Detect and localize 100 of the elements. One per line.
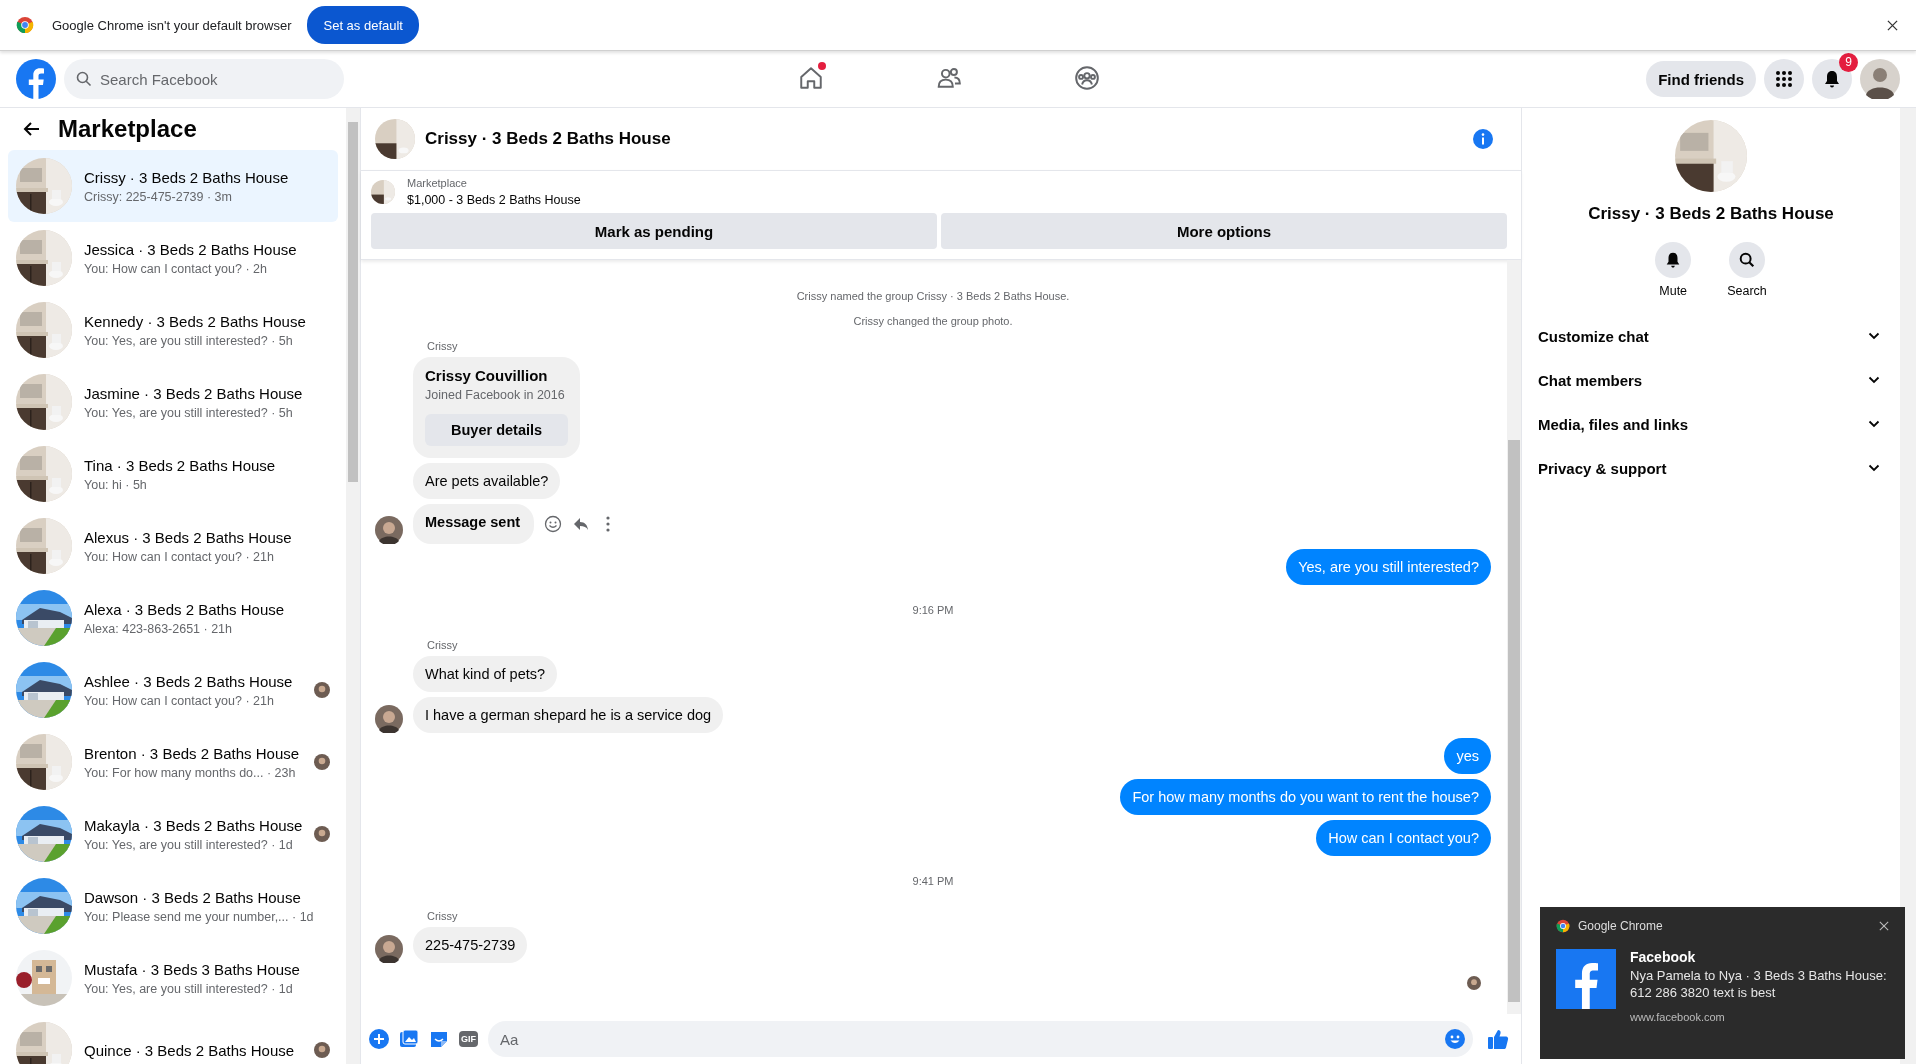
message-field[interactable]: Aa	[488, 1021, 1473, 1057]
listing-action-button[interactable]: Mark as pending	[371, 213, 937, 249]
details-section[interactable]: Customize chat	[1538, 314, 1884, 358]
conversation-item[interactable]: Jasmine · 3 Beds 2 Baths House You: Yes, are you still interested? · 5h	[8, 366, 338, 438]
menu-button[interactable]	[1764, 59, 1804, 99]
smiley-icon[interactable]	[544, 515, 563, 533]
outgoing-message: How can I contact you?	[1316, 820, 1491, 856]
details-section[interactable]: Privacy & support	[1538, 446, 1884, 490]
gif-button[interactable]: GIF	[459, 1031, 478, 1047]
conversation-title: Ashlee · 3 Beds 2 Baths House	[84, 672, 294, 690]
conversation-title: Alexa · 3 Beds 2 Baths House	[84, 600, 286, 618]
details-section[interactable]: Chat members	[1538, 358, 1884, 402]
conversation-preview: You: How can I contact you? · 2h	[84, 261, 268, 276]
conversation-item[interactable]: Tina · 3 Beds 2 Baths House You: hi · 5h	[8, 438, 338, 510]
toast-title: Facebook	[1630, 949, 1697, 965]
chat-title: Crissy · 3 Beds 2 Baths House	[425, 129, 671, 149]
timestamp: 9:16 PM	[912, 604, 954, 616]
conversation-title: Alexus · 3 Beds 2 Baths House	[84, 528, 293, 546]
facebook-logo-icon[interactable]	[16, 59, 56, 99]
conversation-title: Jessica · 3 Beds 2 Baths House	[84, 240, 298, 258]
plus-icon[interactable]	[369, 1029, 389, 1049]
system-message: Crissy changed the group photo.	[853, 315, 1013, 327]
conversation-preview: Alexa: 423-863-2651 · 21h	[84, 621, 234, 636]
scrollbar[interactable]	[1900, 108, 1916, 1064]
conversation-item[interactable]: Ashlee · 3 Beds 2 Baths House You: How can I contact you? · 21h	[8, 654, 338, 726]
marketplace-heading: Marketplace	[58, 115, 197, 143]
conversation-item[interactable]: Mustafa · 3 Beds 3 Baths House You: Yes, are you still interested? · 1d	[8, 942, 338, 1014]
listing-title[interactable]: $1,000 - 3 Beds 2 Baths House	[407, 193, 581, 207]
conversation-preview: You: Yes, are you still interested? · 1d	[84, 981, 294, 996]
incoming-message: I have a german shepard he is a service dog	[413, 697, 724, 733]
listing-action-button[interactable]: More options	[941, 213, 1507, 249]
details-section[interactable]: Media, files and links	[1538, 402, 1884, 446]
conversation-item[interactable]: Kennedy · 3 Beds 2 Baths House You: Yes, are you still interested? · 5h	[8, 294, 338, 366]
action-label: Mute	[1659, 284, 1688, 298]
facebook-logo-icon	[1556, 949, 1616, 1009]
conversation-title: Tina · 3 Beds 2 Baths House	[84, 456, 277, 474]
conversation-preview: Crissy: 225-475-2739 · 3m	[84, 189, 233, 204]
notification-count-badge: 9	[1839, 53, 1858, 72]
card-detail: Joined Facebook in 2016	[425, 388, 566, 402]
group-icon	[1074, 64, 1100, 91]
conversation-name: Crissy · 3 Beds 2 Baths House	[1588, 204, 1834, 224]
conversation-title: Jasmine · 3 Beds 2 Baths House	[84, 384, 304, 402]
conversation-preview: You: For how many months do... · 23h	[84, 765, 297, 780]
conversation-title: Kennedy · 3 Beds 2 Baths House	[84, 312, 307, 330]
conversation-item[interactable]: Crissy · 3 Beds 2 Baths House Crissy: 225-475-2739 · 3m	[8, 150, 338, 222]
scrollbar[interactable]	[1507, 260, 1521, 1014]
round-action-button[interactable]	[1655, 242, 1692, 278]
conversation-item[interactable]: Jessica · 3 Beds 2 Baths House You: How can I contact you? · 2h	[8, 222, 338, 294]
sender-name: Crissy	[427, 910, 458, 922]
buyer-details-button[interactable]: Buyer details	[425, 414, 569, 446]
outgoing-message: yes	[1444, 738, 1491, 774]
round-action-button[interactable]	[1729, 242, 1765, 278]
grid-icon	[1774, 69, 1794, 89]
conversation-item[interactable]: Makayla · 3 Beds 2 Baths House You: Yes, are you still interested? · 1d	[8, 798, 338, 870]
timestamp: 9:41 PM	[912, 875, 954, 887]
conversation-title: Crissy · 3 Beds 2 Baths House	[84, 168, 290, 186]
outgoing-message: For how many months do you want to rent the house?	[1120, 779, 1491, 815]
set-default-button[interactable]: Set as default	[307, 6, 419, 44]
find-friends-button[interactable]: Find friends	[1646, 61, 1756, 97]
conversation-item[interactable]: Alexa · 3 Beds 2 Baths House Alexa: 423-863-2651 · 21h	[8, 582, 338, 654]
search-icon	[76, 71, 92, 87]
conversation-title: Dawson · 3 Beds 2 Baths House	[84, 888, 302, 906]
conversation-preview: You: How can I contact you? · 21h	[84, 549, 275, 564]
chrome-logo-icon	[16, 16, 34, 34]
notification-toast[interactable]: Google Chrome Facebook Nya Pamela to Nya · 3 Beds 3 Baths House: 612 286 3820 text is best www.facebook.com	[1540, 907, 1905, 1059]
info-icon[interactable]	[1473, 129, 1493, 149]
conversation-item[interactable]: Dawson · 3 Beds 2 Baths House You: Please send me your number,... · 1d	[8, 870, 338, 942]
conversation-title: Mustafa · 3 Beds 3 Baths House	[84, 960, 301, 978]
notifications-button[interactable]	[1812, 59, 1852, 99]
incoming-message: Message sent	[413, 504, 535, 544]
incoming-message: Are pets available?	[413, 463, 561, 499]
scrollbar[interactable]	[346, 108, 360, 1064]
conversation-item[interactable]: Alexus · 3 Beds 2 Baths House You: How can I contact you? · 21h	[8, 510, 338, 582]
conversation-item[interactable]: Quince · 3 Beds 2 Baths House	[8, 1014, 338, 1064]
close-icon[interactable]	[1887, 19, 1898, 31]
search-icon	[1738, 251, 1756, 269]
sticker-icon[interactable]	[429, 1029, 449, 1049]
more-icon[interactable]	[606, 516, 611, 532]
infobar-message: Google Chrome isn't your default browser	[52, 17, 292, 33]
thumbs-up-icon[interactable]	[1487, 1028, 1509, 1050]
sender-name: Crissy	[427, 639, 458, 651]
search-field[interactable]: Search Facebook	[64, 59, 344, 99]
scroll-thumb[interactable]	[348, 122, 358, 482]
card-name: Crissy Couvillion	[425, 367, 549, 384]
section-title: Media, files and links	[1538, 415, 1690, 433]
scroll-thumb[interactable]	[1508, 440, 1520, 1002]
conversation-item[interactable]: Brenton · 3 Beds 2 Baths House You: For how many months do... · 23h	[8, 726, 338, 798]
toast-body: Nya Pamela to Nya · 3 Beds 3 Baths House: 612 286 3820 text is best	[1630, 968, 1888, 1002]
image-icon[interactable]	[399, 1029, 419, 1049]
profile-avatar[interactable]	[1860, 59, 1900, 99]
incoming-message: What kind of pets?	[413, 656, 558, 692]
close-icon[interactable]	[1879, 921, 1889, 931]
conversation-preview: You: Please send me your number,... · 1d	[84, 909, 315, 924]
section-title: Customize chat	[1538, 327, 1650, 345]
conversation-title: Makayla · 3 Beds 2 Baths House	[84, 816, 304, 834]
system-message: Crissy named the group Crissy · 3 Beds 2 Baths House.	[796, 290, 1070, 302]
conversation-preview: You: Yes, are you still interested? · 5h	[84, 405, 294, 420]
sender-name: Crissy	[427, 340, 458, 352]
emoji-icon[interactable]	[1445, 1029, 1465, 1049]
toast-app-name: Google Chrome	[1578, 919, 1663, 933]
